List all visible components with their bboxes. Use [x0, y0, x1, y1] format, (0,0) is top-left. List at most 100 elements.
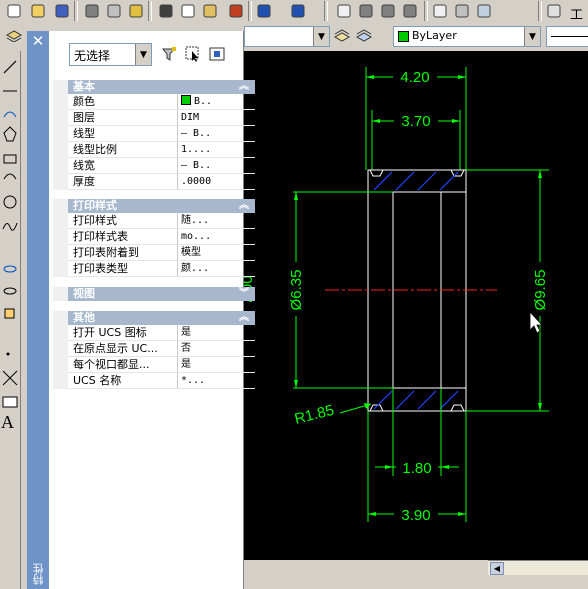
- layer-combo[interactable]: ▼: [244, 26, 330, 47]
- paste-icon[interactable]: [200, 1, 220, 21]
- property-label: 打印表类型: [68, 261, 178, 277]
- text-tool[interactable]: A: [1, 412, 14, 433]
- section-title: 其他: [73, 311, 95, 324]
- section-gutter: [53, 311, 68, 389]
- property-label: 在原点显示 UC...: [68, 341, 178, 357]
- palette-title: 特性: [32, 563, 45, 585]
- dim-right-diameter: Ø9.65: [532, 270, 549, 311]
- section-2: 视图 ︾: [53, 287, 255, 301]
- print-icon[interactable]: [82, 1, 102, 21]
- property-row[interactable]: 图层 DIM: [68, 110, 255, 126]
- match-prop-icon[interactable]: [226, 1, 246, 21]
- save-icon[interactable]: [52, 1, 72, 21]
- property-value[interactable]: — B..: [178, 126, 255, 142]
- dim-radius: R1.85: [293, 402, 336, 428]
- section-header[interactable]: 打印样式 ︽: [68, 199, 255, 213]
- property-label: 颜色: [68, 94, 178, 110]
- property-label: 每个视口都显...: [68, 357, 178, 373]
- publish-icon[interactable]: [126, 1, 146, 21]
- property-value[interactable]: 模型: [178, 245, 255, 261]
- property-value[interactable]: .0000: [178, 174, 255, 190]
- property-row[interactable]: 厚度 .0000: [68, 174, 255, 190]
- property-value[interactable]: 随...: [178, 213, 255, 229]
- properties-icon[interactable]: [430, 1, 450, 21]
- property-label: UCS 名称: [68, 373, 178, 389]
- pan-icon[interactable]: [334, 1, 354, 21]
- horizontal-scrollbar[interactable]: ◀: [488, 560, 588, 575]
- new-icon[interactable]: [4, 1, 24, 21]
- section-header[interactable]: 其他 ︽: [68, 311, 255, 325]
- select-objects-icon[interactable]: [184, 45, 202, 63]
- property-value[interactable]: 1....: [178, 142, 255, 158]
- property-value[interactable]: 颜...: [178, 261, 255, 277]
- section-title: 视图: [73, 287, 95, 300]
- property-value[interactable]: *...: [178, 373, 255, 389]
- property-value-text: 模型: [181, 247, 201, 258]
- section-header[interactable]: 基本 ︽: [68, 80, 255, 94]
- design-center-icon[interactable]: [452, 1, 472, 21]
- redo-icon[interactable]: [288, 1, 308, 21]
- property-value[interactable]: DIM: [178, 110, 255, 126]
- pickadd-toggle-icon[interactable]: [160, 45, 178, 63]
- property-value[interactable]: 是: [178, 357, 255, 373]
- chevron-down-icon[interactable]: ▼: [135, 44, 151, 65]
- property-row[interactable]: 打印表类型 颜...: [68, 261, 255, 277]
- quick-select-icon[interactable]: [208, 45, 226, 63]
- property-row[interactable]: 打印样式表 mo...: [68, 229, 255, 245]
- collapse-icon[interactable]: ︽: [239, 199, 249, 213]
- property-row[interactable]: 在原点显示 UC... 否: [68, 341, 255, 357]
- property-label: 打印表附着到: [68, 245, 178, 261]
- dim-bottom-width: 3.90: [401, 507, 430, 524]
- property-row[interactable]: 线型 — B..: [68, 126, 255, 142]
- drawing-canvas[interactable]: 4.20 3.70 Ø6.35 Ø9.65 R1.85 1.80 3.90: [244, 51, 588, 560]
- dim-inner-width: 3.70: [401, 113, 430, 130]
- copy-icon[interactable]: [178, 1, 198, 21]
- property-row[interactable]: 线型比例 1....: [68, 142, 255, 158]
- collapse-icon[interactable]: ︽: [239, 311, 249, 325]
- property-value[interactable]: 否: [178, 341, 255, 357]
- selection-combo[interactable]: 无选择 ▼: [69, 43, 152, 66]
- chevron-down-icon[interactable]: ▼: [524, 27, 540, 46]
- property-value[interactable]: 是: [178, 325, 255, 341]
- toolbar-separator: [148, 1, 152, 21]
- property-row[interactable]: 每个视口都显... 是: [68, 357, 255, 373]
- zoom-previous-icon[interactable]: [400, 1, 420, 21]
- section-header[interactable]: 视图 ︾: [68, 287, 255, 301]
- property-row[interactable]: 打印样式 随...: [68, 213, 255, 229]
- property-value[interactable]: — B..: [178, 158, 255, 174]
- undo-icon[interactable]: [254, 1, 274, 21]
- close-icon[interactable]: ✕: [29, 32, 47, 50]
- layer-previous-icon[interactable]: [355, 28, 373, 47]
- make-current-layer-icon[interactable]: [333, 28, 351, 47]
- property-label: 图层: [68, 110, 178, 126]
- color-combo[interactable]: ByLayer ▼: [393, 26, 541, 47]
- text-icon[interactable]: [544, 1, 564, 21]
- dim-left-diameter: Ø6.35: [288, 270, 305, 311]
- property-row[interactable]: UCS 名称 *...: [68, 373, 255, 389]
- toolbar-separator: [74, 1, 78, 21]
- section-1: 打印样式 ︽ 打印样式 随... 打印样式表 mo... 打印表附着到 模型 打印表类型 颜...: [53, 199, 255, 277]
- zoom-realtime-icon[interactable]: [356, 1, 376, 21]
- cut-icon[interactable]: [156, 1, 176, 21]
- toolbar-separator: [324, 1, 328, 21]
- property-value[interactable]: mo...: [178, 229, 255, 245]
- tool-palettes-icon[interactable]: [474, 1, 494, 21]
- property-value[interactable]: B..: [178, 94, 255, 110]
- property-row[interactable]: 线宽 — B..: [68, 158, 255, 174]
- preview-icon[interactable]: [104, 1, 124, 21]
- linetype-combo[interactable]: [546, 26, 588, 47]
- chevron-down-icon[interactable]: ▼: [313, 27, 329, 46]
- scroll-left-icon[interactable]: ◀: [490, 562, 504, 575]
- expand-icon[interactable]: ︾: [239, 287, 249, 301]
- properties-palette: ✕ 特性 无选择 ▼ 基本 ︽ 颜色 B.. 图层 DIM 线型 — B.. 线型比例 1....…: [27, 31, 255, 589]
- palette-titlebar[interactable]: ✕ 特性: [27, 31, 49, 589]
- layer-states-icon[interactable]: [5, 28, 23, 43]
- open-icon[interactable]: [28, 1, 48, 21]
- property-value-text: 是: [181, 327, 191, 338]
- property-row[interactable]: 颜色 B..: [68, 94, 255, 110]
- collapse-icon[interactable]: ︽: [239, 80, 249, 94]
- zoom-window-icon[interactable]: [378, 1, 398, 21]
- property-row[interactable]: 打开 UCS 图标是: [68, 325, 255, 341]
- property-value-text: — B..: [181, 160, 212, 171]
- property-row[interactable]: 打印表附着到 模型: [68, 245, 255, 261]
